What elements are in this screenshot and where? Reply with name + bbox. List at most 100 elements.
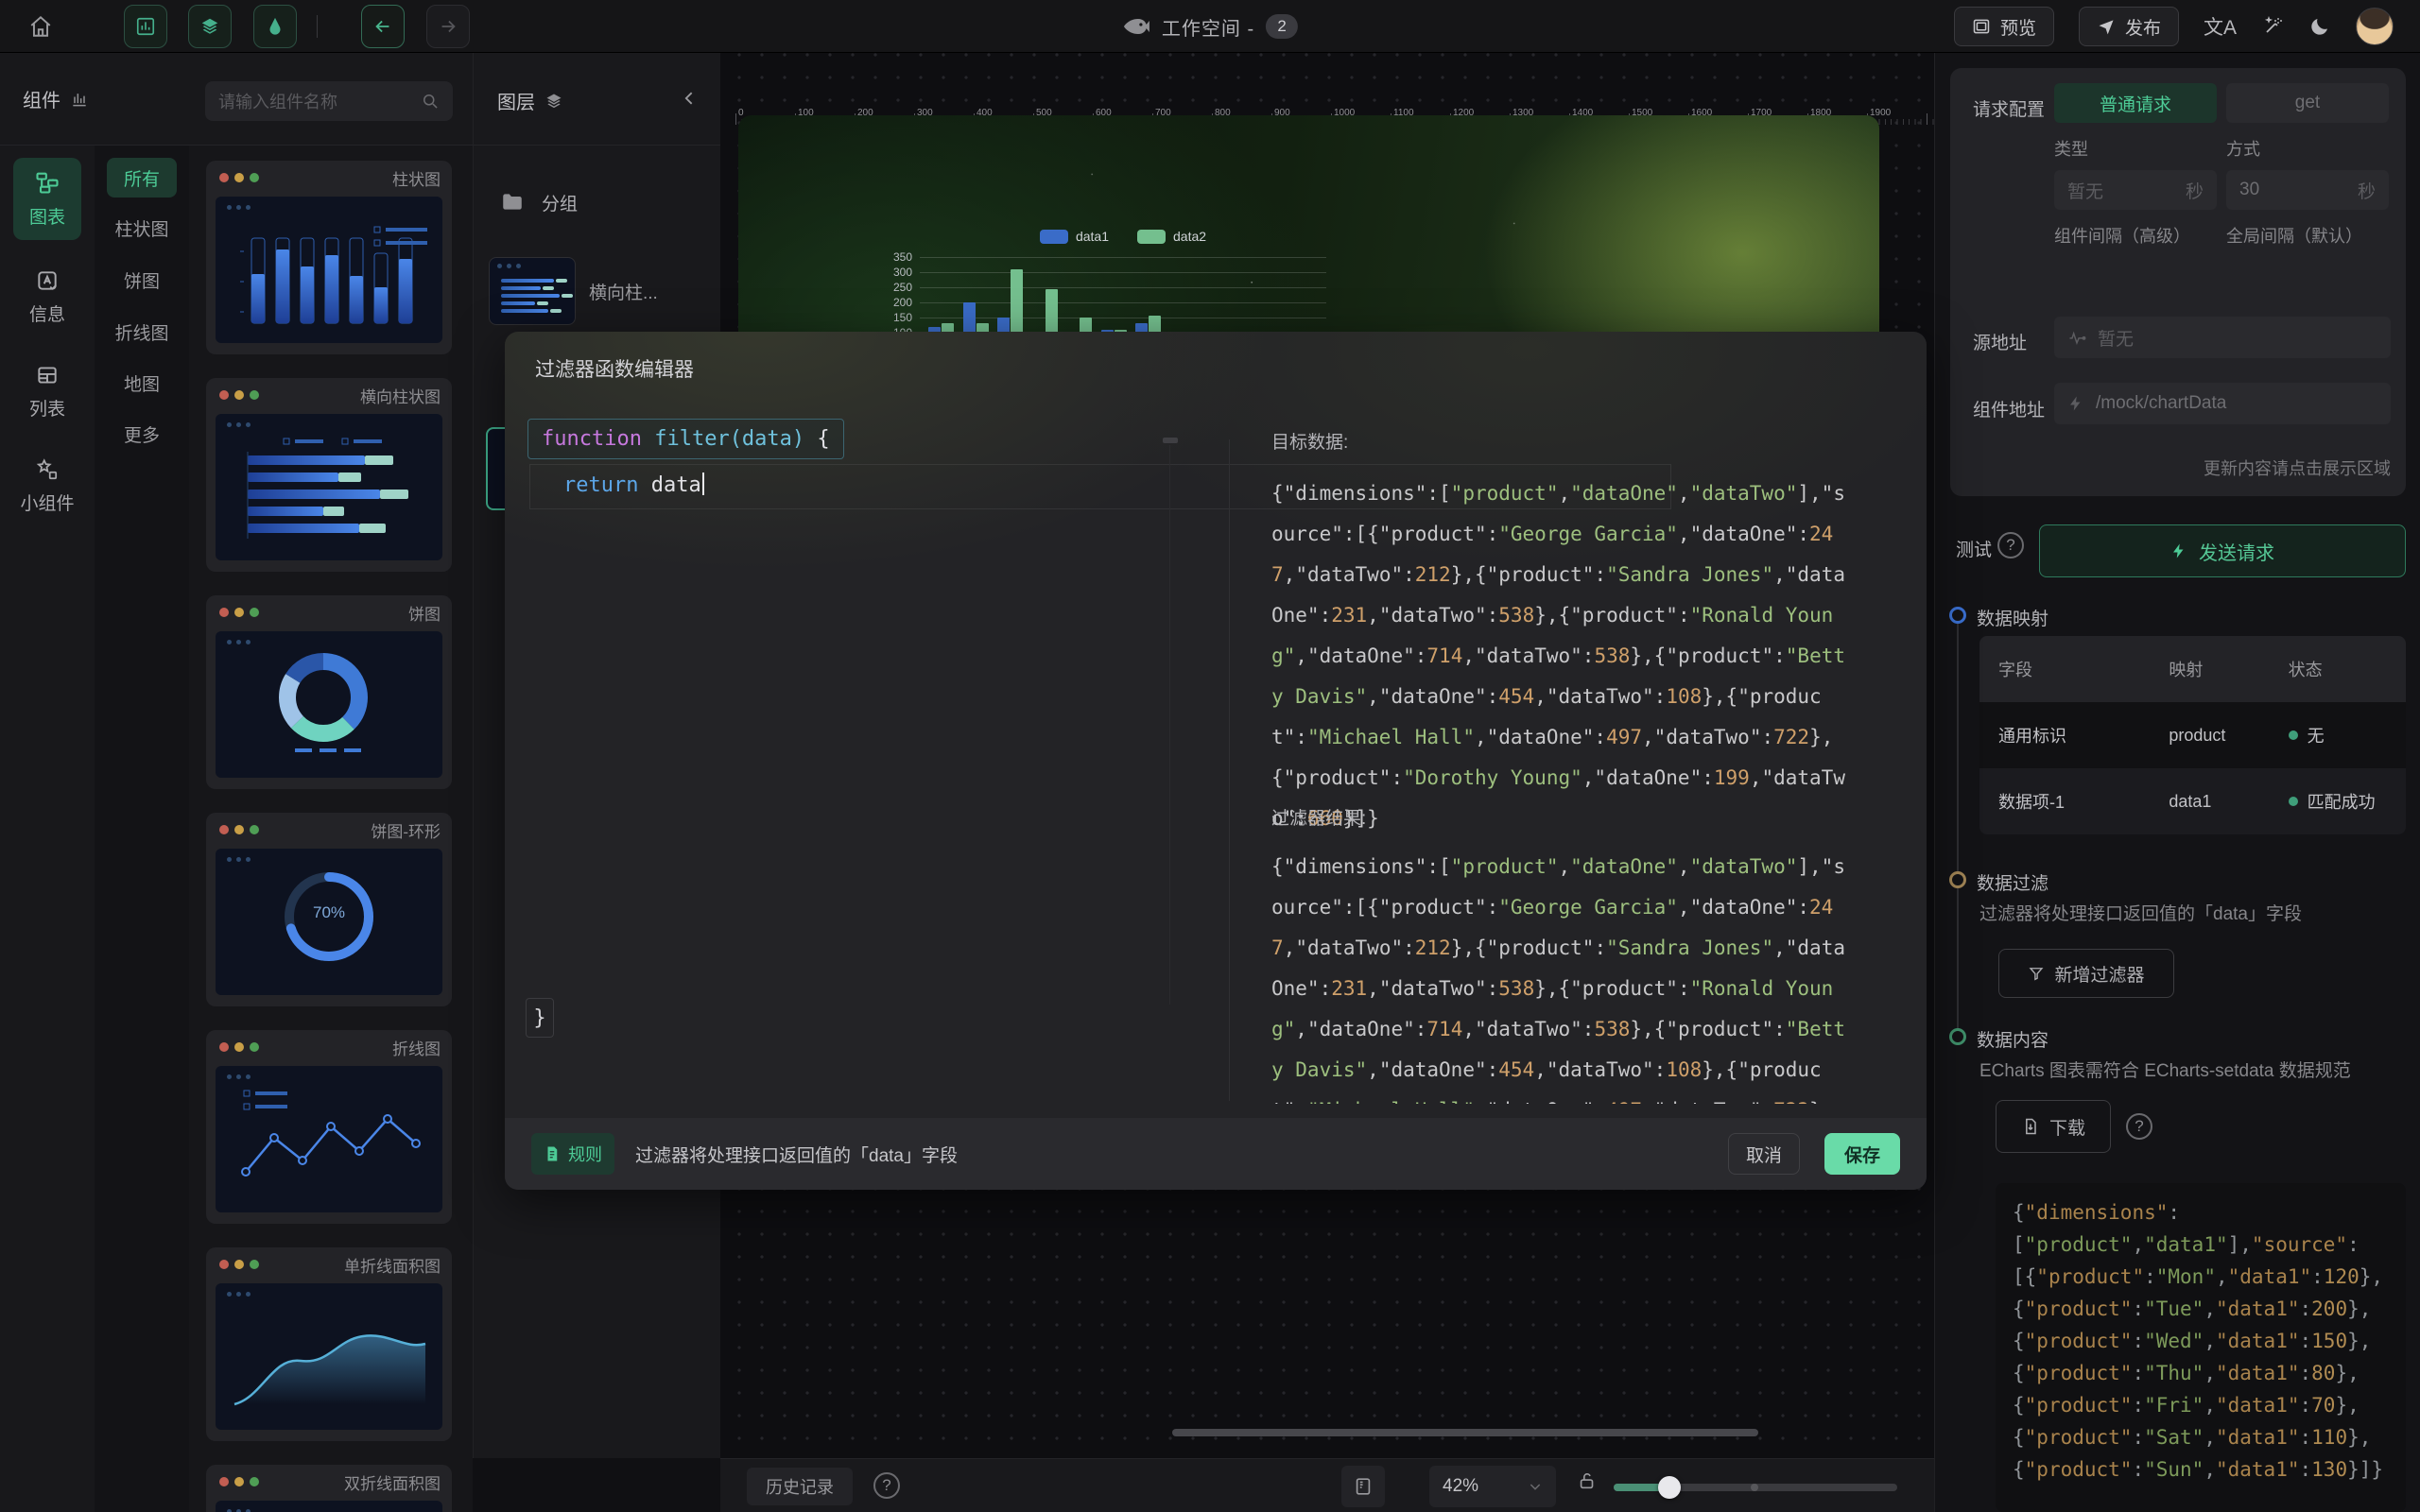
mapping-row: 通用标识 product 无 [1979,702,2406,768]
slider-thumb[interactable] [1658,1476,1681,1499]
ruler-label: 0 [738,108,744,118]
sidebar-item-charts[interactable]: 图表 [13,158,81,240]
magic-wand-icon[interactable] [2261,15,2284,38]
slider-midpoint-marker [1751,1484,1758,1491]
chart-mode-button[interactable] [124,5,167,48]
component-card-ring[interactable]: 饼图-环形 70% [206,813,452,1006]
ring-percent-label: 70% [216,903,442,922]
editor-scrollbar-track[interactable] [1169,445,1170,1005]
mapping-table-header: 字段 映射 状态 [1979,636,2406,702]
search-input[interactable]: 请输入组件名称 [205,81,453,121]
download-help-icon[interactable]: ? [2126,1113,2152,1140]
layers-icon [199,16,220,37]
unlock-icon[interactable] [1577,1470,1598,1491]
component-card-double-area[interactable]: 双折线面积图 [206,1465,452,1512]
zoom-slider[interactable] [1614,1484,1897,1491]
subcat-all[interactable]: 所有 [107,158,177,198]
droplet-icon [265,16,285,37]
zoom-level-select[interactable]: 42% [1429,1466,1556,1507]
component-card-hbar[interactable]: 横向柱状图 [206,378,452,572]
save-button[interactable]: 保存 [1824,1133,1900,1175]
chevron-down-icon [1528,1479,1543,1494]
subcat-line[interactable]: 折线图 [107,312,177,352]
update-hint: 更新内容请点击展示区域 [2204,455,2391,480]
folder-icon [500,190,525,215]
toolbar-divider [317,15,318,38]
horizontal-scrollbar[interactable] [1172,1429,1758,1436]
component-card-area[interactable]: 单折线面积图 [206,1247,452,1441]
target-data-label: 目标数据: [1271,428,1348,454]
funnel-icon [2028,965,2045,982]
download-button[interactable]: 下载 [1996,1100,2111,1153]
preview-button[interactable]: 预览 [1954,7,2054,46]
rule-text: 过滤器将处理接口返回值的「data」字段 [635,1142,958,1167]
language-icon[interactable]: 文A [2204,12,2237,41]
redo-button[interactable] [426,5,470,48]
layers-mode-button[interactable] [188,5,232,48]
layer-group-item[interactable]: 分组 [489,180,706,225]
top-bar: 工作空间 - 2 预览 发布 文A [0,0,2420,53]
add-filter-button[interactable]: 新增过滤器 [1998,949,2174,998]
category-sidebar: 图表 信息 列表 小组件 [0,146,95,1512]
subcat-bar[interactable]: 柱状图 [107,208,177,248]
global-interval-input[interactable]: 30秒 [2226,170,2389,210]
editor-scrollbar-thumb[interactable] [1163,438,1178,443]
layers-icon [544,92,563,111]
workspace-badge: 2 [1266,14,1298,39]
search-icon [421,92,440,111]
data-content-title: 数据内容 [1977,1026,2048,1052]
request-method-value[interactable]: get [2226,83,2389,123]
send-request-button[interactable]: 发送请求 [2039,524,2406,577]
subcat-pie[interactable]: 饼图 [107,260,177,300]
legend-item[interactable]: data1 [1040,229,1109,244]
sidebar-item-info[interactable]: 信息 [13,257,81,337]
history-button[interactable]: 历史记录 [747,1468,853,1505]
workspace-title[interactable]: 工作空间 - [1162,13,1254,41]
component-card-line[interactable]: 折线图 [206,1030,452,1224]
data-filter-subtitle: 过滤器将处理接口返回值的「data」字段 [1979,900,2302,925]
cancel-button[interactable]: 取消 [1728,1133,1800,1175]
status-dot [2289,797,2298,806]
component-card-pie[interactable]: 饼图 [206,595,452,789]
source-url-input[interactable]: 暂无 [2054,317,2391,358]
sidebar-item-table[interactable]: 列表 [13,352,81,432]
home-icon[interactable] [28,14,53,39]
publish-button[interactable]: 发布 [2079,7,2179,46]
sidebar-item-widgets[interactable]: 小组件 [13,446,81,526]
subcat-more[interactable]: 更多 [107,414,177,454]
code-function-signature[interactable]: function filter(data) { [527,419,844,459]
help-icon[interactable]: ? [873,1472,900,1499]
component-interval-input[interactable]: 暂无秒 [2054,170,2217,210]
subcat-map[interactable]: 地图 [107,363,177,403]
type-label: 类型 [2054,136,2088,161]
double-area-thumbnail [216,1501,442,1512]
mapping-table: 字段 映射 状态 通用标识 product 无 数据项-1 data1 匹配成功 [1979,636,2406,834]
undo-button[interactable] [361,5,405,48]
component-interval-label: 组件间隔（高级） [2054,223,2190,248]
filter-editor-modal: 过滤器函数编辑器 function filter(data) { return … [505,332,1927,1190]
component-url-input[interactable]: /mock/chartData [2054,383,2391,424]
gridline [920,272,1326,273]
send-icon [2097,17,2116,36]
filter-mode-button[interactable] [253,5,297,48]
legend-item[interactable]: data2 [1137,229,1206,244]
layer-item-hbar[interactable]: 横向柱... [489,251,706,331]
avatar[interactable] [2356,8,2394,45]
filter-step-dot [1949,871,1966,888]
collapse-panel-icon[interactable] [681,89,700,108]
request-type-value[interactable]: 普通请求 [2054,83,2217,123]
modal-divider [1229,439,1230,1101]
bar-chart-thumbnail [216,197,442,343]
test-help-icon[interactable]: ? [1997,532,2024,558]
components-panel-title: 组件 [23,85,89,112]
component-card-bar[interactable]: 柱状图 [206,161,452,354]
fish-icon [1122,15,1150,38]
dark-mode-icon[interactable] [2308,15,2331,38]
data-content-subtitle: ECharts 图表需符合 ECharts-setdata 数据规范 [1979,1057,2351,1082]
data-content-json[interactable]: {"dimensions": ["product","data1"],"sour… [1996,1183,2406,1512]
modal-title: 过滤器函数编辑器 [535,354,694,383]
panel-layout-button[interactable] [1341,1466,1385,1507]
gridline [920,287,1326,288]
status-dot [2289,730,2298,740]
code-return-line[interactable]: return data [563,472,704,497]
